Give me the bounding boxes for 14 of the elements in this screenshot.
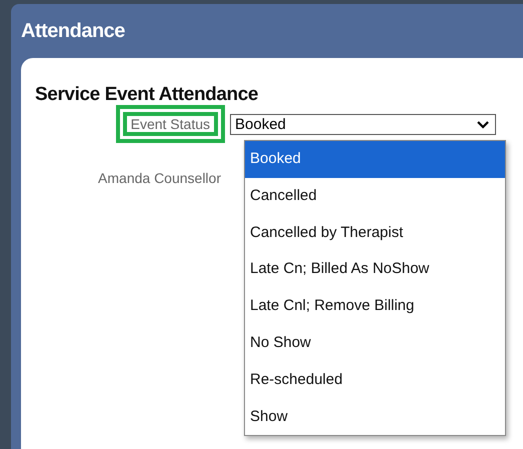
- section-heading: Service Event Attendance: [35, 84, 260, 106]
- field-label: Event Status: [122, 112, 218, 136]
- dropdown-option[interactable]: Re-scheduled: [245, 362, 505, 399]
- dropdown-option[interactable]: Late Cn; Billed As NoShow: [245, 251, 505, 288]
- status-select[interactable]: Booked: [230, 114, 496, 135]
- dropdown-option[interactable]: Late Cnl; Remove Billing: [245, 288, 505, 325]
- dropdown-option[interactable]: No Show: [245, 324, 505, 362]
- caret-icon: [477, 120, 489, 128]
- dropdown-option[interactable]: Cancelled by Therapist: [245, 214, 505, 252]
- field-label: Amanda Counsellor: [97, 169, 222, 188]
- dropdown-option[interactable]: Cancelled: [245, 178, 505, 215]
- dropdown-option[interactable]: Booked: [245, 141, 505, 178]
- dropdown-option[interactable]: Show: [245, 398, 505, 436]
- window-title: Attendance: [21, 20, 125, 42]
